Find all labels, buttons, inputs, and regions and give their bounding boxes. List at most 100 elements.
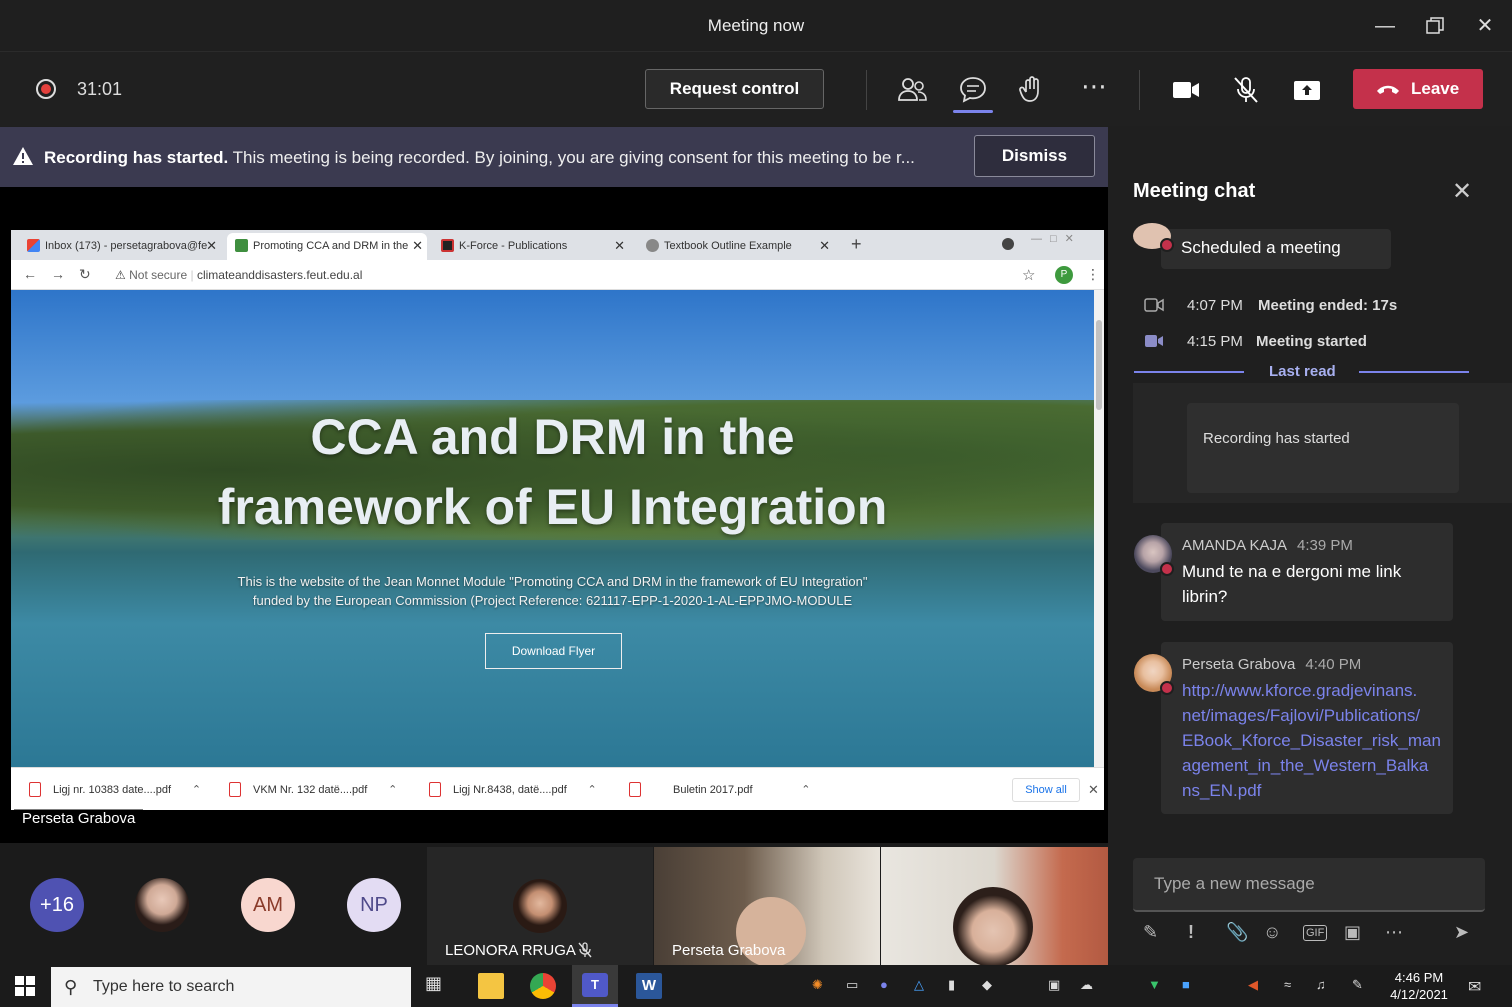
link-line[interactable]: http://www.kforce.gradjevinans.: [1182, 678, 1450, 703]
raise-hand-icon[interactable]: [1017, 74, 1049, 106]
word-icon[interactable]: W: [636, 973, 662, 999]
more-participants-button[interactable]: +16: [30, 878, 84, 932]
restore-icon[interactable]: [1421, 12, 1449, 40]
participants-icon[interactable]: [896, 74, 928, 106]
link-line[interactable]: ns_EN.pdf: [1182, 778, 1450, 803]
format-icon[interactable]: ✎: [1143, 922, 1158, 943]
close-window-icon[interactable]: ✕: [1471, 12, 1499, 40]
participant-video-third[interactable]: [881, 847, 1108, 965]
search-icon: ⚲: [64, 977, 78, 997]
browser-tab[interactable]: K-Force - Publications ✕: [433, 233, 629, 260]
camera-icon[interactable]: [1170, 74, 1202, 106]
wifi-icon[interactable]: ≈: [1284, 977, 1291, 992]
close-chat-icon[interactable]: ✕: [1452, 177, 1472, 206]
battery-icon[interactable]: ▭: [846, 977, 858, 993]
chevron-up-icon[interactable]: ⌃: [192, 778, 201, 802]
close-tab-icon[interactable]: ✕: [819, 233, 830, 259]
send-icon[interactable]: ➤: [1454, 922, 1469, 943]
request-control-button[interactable]: Request control: [645, 69, 824, 109]
recording-card-area: Recording has started: [1133, 383, 1512, 503]
chevron-up-icon[interactable]: ⌃: [388, 778, 397, 802]
teams-taskbar-button[interactable]: T: [572, 965, 618, 1007]
attach-icon[interactable]: 📎: [1226, 922, 1248, 943]
bookmark-star-icon[interactable]: ☆: [1022, 266, 1035, 284]
tray-app-icon[interactable]: ✺: [812, 977, 823, 993]
forward-icon[interactable]: →: [51, 266, 65, 282]
chevron-up-icon[interactable]: ⌃: [588, 778, 597, 802]
message-compose-box[interactable]: Type a new message: [1133, 858, 1485, 912]
url-field[interactable]: ⚠ Not secure | climateanddisasters.feut.…: [115, 268, 362, 282]
close-tab-icon[interactable]: ✕: [614, 233, 625, 259]
volume-icon[interactable]: ♫: [1316, 977, 1326, 992]
meeting-started-icon: [1145, 335, 1163, 347]
chat-title: Meeting chat: [1133, 180, 1256, 202]
link-line[interactable]: net/images/Fajlovi/Publications/: [1182, 703, 1450, 728]
dismiss-button[interactable]: Dismiss: [974, 135, 1095, 177]
participant-avatar[interactable]: [135, 878, 189, 932]
message-link[interactable]: http://www.kforce.gradjevinans. net/imag…: [1182, 678, 1450, 803]
leave-button[interactable]: Leave: [1353, 69, 1483, 109]
notifications-icon[interactable]: ✉: [1468, 977, 1481, 997]
browser-menu-icon[interactable]: ⋮: [1086, 266, 1100, 283]
minimize-icon[interactable]: —: [1371, 12, 1399, 40]
chat-active-indicator: [953, 110, 993, 113]
download-item[interactable]: Buletin 2017.pdf ⌃: [611, 778, 811, 802]
hero-text-line1: This is the website of the Jean Monnet M…: [237, 574, 868, 589]
bluetooth-icon[interactable]: △: [914, 977, 924, 993]
participant-name: Perseta Grabova: [672, 942, 786, 959]
chat-icon[interactable]: [957, 74, 989, 106]
taskbar-clock[interactable]: 4:46 PM 4/12/2021: [1386, 969, 1452, 1003]
important-icon[interactable]: !: [1188, 922, 1194, 943]
participant-tile-leonora[interactable]: LEONORA RRUGA: [427, 847, 653, 965]
reload-icon[interactable]: ↻: [79, 266, 91, 283]
participant-video-perseta[interactable]: Perseta Grabova: [654, 847, 880, 965]
participant-avatar-am[interactable]: AM: [241, 878, 295, 932]
profile-avatar[interactable]: P: [1055, 266, 1073, 284]
more-options-icon[interactable]: ⋯: [1385, 922, 1403, 943]
task-view-icon[interactable]: ▦: [425, 973, 451, 999]
back-icon[interactable]: ←: [23, 266, 37, 282]
browser-tab[interactable]: Textbook Outline Example ✕: [638, 233, 834, 260]
hero-title-line1: CCA and DRM in the: [310, 409, 795, 465]
close-tab-icon[interactable]: ✕: [206, 233, 217, 259]
toolbar-divider: [866, 70, 867, 110]
window-controls-icon[interactable]: —□✕: [1031, 232, 1082, 245]
gif-icon[interactable]: GIF: [1303, 925, 1328, 941]
windows-start-icon[interactable]: [15, 976, 35, 996]
taskbar-search-box[interactable]: ⚲ Type here to search: [51, 967, 411, 1007]
browser-tab-active[interactable]: Promoting CCA and DRM in the ✕: [227, 233, 427, 260]
microphone-tray-icon[interactable]: ▮: [948, 977, 955, 993]
link-line[interactable]: EBook_Kforce_Disaster_risk_man: [1182, 728, 1450, 753]
tab-search-icon[interactable]: [1002, 238, 1014, 250]
emoji-icon[interactable]: ☺: [1263, 922, 1281, 943]
download-flyer-button[interactable]: Download Flyer: [485, 633, 622, 669]
scrollbar-thumb[interactable]: [1096, 320, 1102, 410]
show-all-button[interactable]: Show all: [1012, 778, 1080, 802]
sticker-icon[interactable]: ▣: [1344, 922, 1361, 943]
chevron-up-icon[interactable]: ⌃: [801, 778, 810, 802]
share-screen-icon[interactable]: [1291, 74, 1323, 106]
participant-avatar-np[interactable]: NP: [347, 878, 401, 932]
display-icon[interactable]: ▣: [1048, 977, 1060, 993]
close-downloads-icon[interactable]: ✕: [1088, 782, 1099, 798]
more-actions-icon[interactable]: ⋯: [1078, 73, 1110, 106]
page-scrollbar[interactable]: [1094, 290, 1104, 767]
link-line[interactable]: agement_in_the_Western_Balka: [1182, 753, 1450, 778]
onedrive-icon[interactable]: ☁: [1080, 977, 1093, 993]
speaker-app-icon[interactable]: ◀: [1248, 977, 1258, 993]
website-hero: CCA and DRM in the framework of EU Integ…: [11, 290, 1094, 767]
new-tab-icon[interactable]: +: [851, 234, 862, 255]
close-tab-icon[interactable]: ✕: [412, 233, 423, 259]
file-explorer-icon[interactable]: [478, 973, 504, 999]
chrome-icon[interactable]: [530, 973, 556, 999]
cloud-sync-icon[interactable]: ■: [1182, 977, 1190, 992]
download-item[interactable]: Ligj nr. 10383 date....pdf ⌃: [11, 778, 201, 802]
pen-icon[interactable]: ✎: [1352, 977, 1363, 993]
mic-muted-icon[interactable]: [1230, 74, 1262, 106]
download-item[interactable]: Ligj Nr.8438, datë....pdf ⌃: [411, 778, 597, 802]
security-icon[interactable]: ◆: [982, 977, 992, 993]
browser-tab[interactable]: Inbox (173) - persetagrabova@fe ✕: [19, 233, 221, 260]
teams-tray-icon[interactable]: ●: [880, 977, 888, 992]
download-item[interactable]: VKM Nr. 132 datë....pdf ⌃: [211, 778, 397, 802]
antivirus-icon[interactable]: ▼: [1148, 977, 1161, 992]
